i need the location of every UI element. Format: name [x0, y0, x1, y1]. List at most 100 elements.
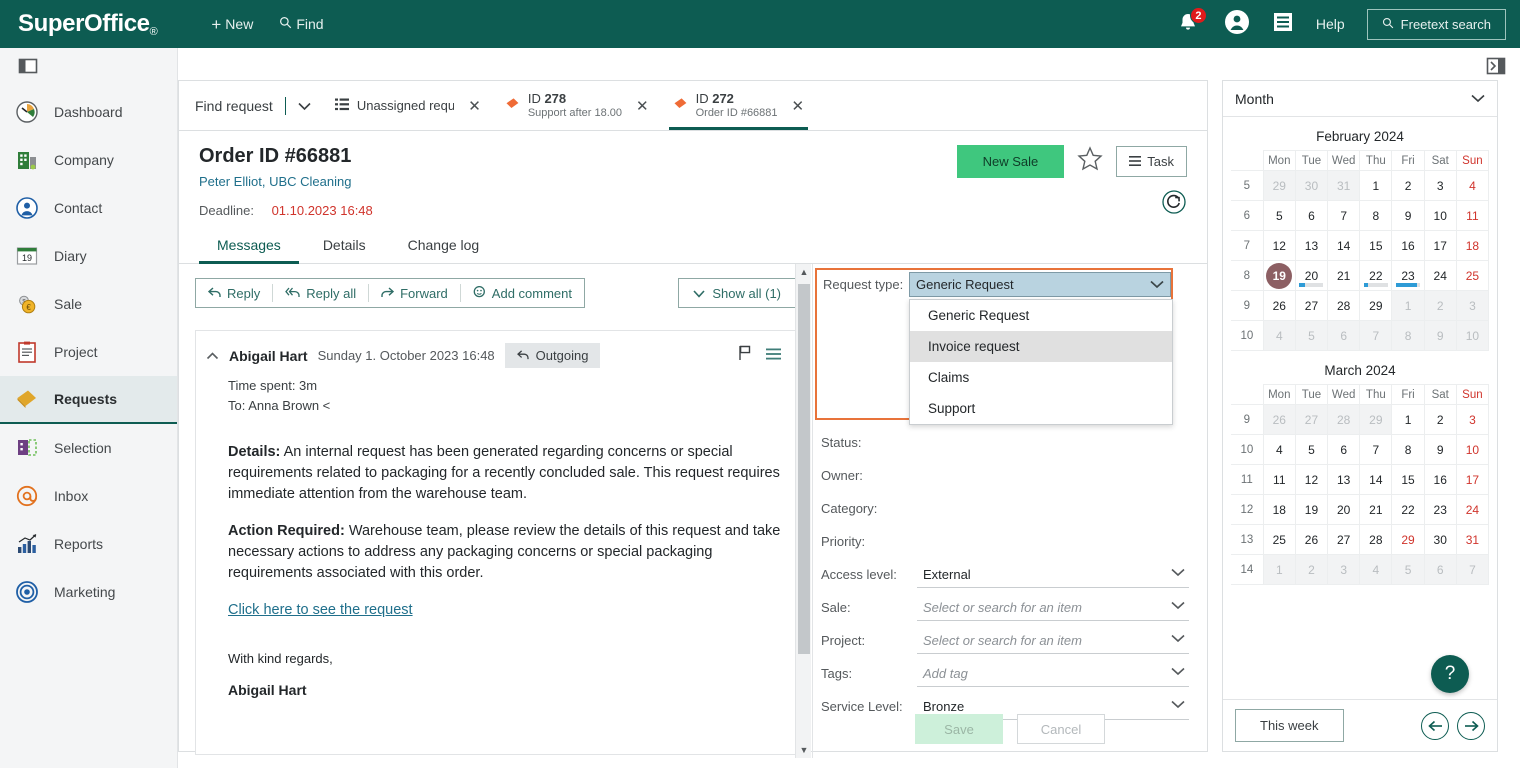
calendar-day[interactable]: 18: [1262, 494, 1296, 525]
field-input-project[interactable]: Select or search for an item: [917, 628, 1189, 654]
calendar-day[interactable]: 3: [1455, 404, 1490, 435]
calendar-day[interactable]: 25: [1455, 260, 1490, 291]
calendar-day[interactable]: 20: [1327, 494, 1361, 525]
calendar-day[interactable]: 12: [1262, 230, 1296, 261]
next-period-button[interactable]: [1457, 711, 1485, 740]
calendar-day[interactable]: 22: [1391, 494, 1425, 525]
collapse-message-icon[interactable]: [206, 349, 219, 363]
task-button[interactable]: Task: [1116, 146, 1187, 177]
calendar-day[interactable]: 10: [1455, 434, 1490, 465]
calendar-day[interactable]: 13: [1327, 464, 1361, 495]
calendar-day[interactable]: 31: [1327, 170, 1361, 201]
calendar-day[interactable]: 24: [1455, 494, 1490, 525]
tab-change-log[interactable]: Change log: [390, 228, 498, 263]
calendar-day[interactable]: 26: [1262, 404, 1296, 435]
flag-icon[interactable]: [738, 345, 752, 366]
calendar-day[interactable]: 12: [1294, 464, 1329, 495]
superoffice-logo[interactable]: SuperOffice®: [18, 10, 158, 38]
scrollbar-thumb[interactable]: [798, 284, 810, 654]
calendar-day[interactable]: 7: [1455, 554, 1490, 585]
calendar-day[interactable]: 25: [1262, 524, 1296, 555]
message-menu-icon[interactable]: [766, 347, 781, 365]
calendar-day[interactable]: 4: [1455, 170, 1490, 201]
calendar-day[interactable]: 29: [1359, 404, 1393, 435]
sidebar-item-sale[interactable]: $€ Sale: [0, 280, 177, 328]
message-scrollbar[interactable]: ▲ ▼: [795, 264, 811, 758]
calendar-day[interactable]: 7: [1327, 200, 1361, 231]
calendar-day[interactable]: 18: [1455, 230, 1490, 261]
tab-request-278[interactable]: ID 278 Support after 18.00 ✕: [493, 81, 661, 130]
save-button[interactable]: Save: [915, 714, 1003, 744]
tab-unassigned-requests[interactable]: Unassigned request ✕: [323, 81, 493, 130]
menu-button[interactable]: [1272, 11, 1294, 38]
calendar-day[interactable]: 6: [1327, 320, 1361, 351]
calendar-day[interactable]: 3: [1455, 290, 1490, 321]
see-request-link[interactable]: Click here to see the request: [228, 602, 413, 618]
sidebar-item-company[interactable]: Company: [0, 136, 177, 184]
calendar-day[interactable]: 27: [1327, 524, 1361, 555]
close-icon[interactable]: ✕: [468, 97, 481, 115]
reply-button[interactable]: Reply: [196, 279, 272, 307]
previous-period-button[interactable]: [1421, 711, 1449, 740]
tab-request-272[interactable]: ID 272 Order ID #66881 ✕: [661, 81, 817, 130]
calendar-day[interactable]: 8: [1391, 320, 1425, 351]
calendar-day[interactable]: 30: [1294, 170, 1329, 201]
calendar-day[interactable]: 15: [1359, 230, 1393, 261]
calendar-day[interactable]: 7: [1359, 320, 1393, 351]
calendar-day[interactable]: 5: [1294, 320, 1329, 351]
request-type-option-generic-request[interactable]: Generic Request: [910, 300, 1172, 331]
field-input-priority[interactable]: [917, 529, 1189, 555]
sidebar-item-diary[interactable]: 19 Diary: [0, 232, 177, 280]
scroll-down-icon[interactable]: ▼: [796, 742, 812, 758]
calendar-day[interactable]: 4: [1359, 554, 1393, 585]
field-input-owner[interactable]: [917, 463, 1189, 489]
close-icon[interactable]: ✕: [792, 97, 805, 115]
calendar-day[interactable]: 2: [1294, 554, 1329, 585]
sidebar-item-dashboard[interactable]: Dashboard: [0, 88, 177, 136]
calendar-day[interactable]: 2: [1423, 404, 1457, 435]
calendar-day[interactable]: 1: [1391, 290, 1425, 321]
field-input-tags[interactable]: Add tag: [917, 661, 1189, 687]
calendar-day[interactable]: 5: [1391, 554, 1425, 585]
calendar-day[interactable]: 24: [1423, 260, 1457, 291]
calendar-day[interactable]: 20: [1294, 260, 1329, 291]
calendar-day[interactable]: 22: [1359, 260, 1393, 291]
help-link[interactable]: Help: [1316, 16, 1345, 32]
help-floating-button[interactable]: ?: [1431, 655, 1469, 693]
notifications-button[interactable]: 2: [1176, 7, 1207, 37]
request-type-select[interactable]: Generic Request: [909, 272, 1171, 297]
field-input-category[interactable]: [917, 496, 1189, 522]
sidebar-item-requests[interactable]: Requests: [0, 376, 177, 424]
sidebar-item-selection[interactable]: Selection: [0, 424, 177, 472]
forward-button[interactable]: Forward: [369, 279, 460, 307]
calendar-day[interactable]: 5: [1294, 434, 1329, 465]
message-direction-badge[interactable]: Outgoing: [504, 343, 601, 368]
scroll-up-icon[interactable]: ▲: [796, 264, 812, 280]
calendar-day[interactable]: 6: [1423, 554, 1457, 585]
calendar-day[interactable]: 27: [1294, 290, 1329, 321]
sidebar-item-marketing[interactable]: Marketing: [0, 568, 177, 616]
calendar-day[interactable]: 19: [1262, 260, 1296, 291]
sidebar-item-reports[interactable]: Reports: [0, 520, 177, 568]
calendar-day[interactable]: 9: [1391, 200, 1425, 231]
sidebar-item-inbox[interactable]: Inbox: [0, 472, 177, 520]
calendar-day[interactable]: 10: [1455, 320, 1490, 351]
calendar-day[interactable]: 8: [1359, 200, 1393, 231]
tab-messages[interactable]: Messages: [199, 228, 299, 264]
calendar-day[interactable]: 29: [1262, 170, 1296, 201]
field-input-access-level[interactable]: External: [917, 562, 1189, 588]
calendar-day[interactable]: 13: [1294, 230, 1329, 261]
calendar-day[interactable]: 21: [1327, 260, 1361, 291]
calendar-day[interactable]: 3: [1423, 170, 1457, 201]
sidebar-item-project[interactable]: Project: [0, 328, 177, 376]
calendar-day[interactable]: 27: [1294, 404, 1329, 435]
calendar-day[interactable]: 11: [1455, 200, 1490, 231]
calendar-day[interactable]: 17: [1423, 230, 1457, 261]
field-input-status[interactable]: [917, 430, 1189, 456]
calendar-day[interactable]: 31: [1455, 524, 1490, 555]
request-type-option-invoice-request[interactable]: Invoice request: [910, 331, 1172, 362]
calendar-view-selector[interactable]: Month: [1223, 81, 1497, 117]
calendar-day[interactable]: 23: [1423, 494, 1457, 525]
calendar-day[interactable]: 29: [1391, 524, 1425, 555]
calendar-day[interactable]: 5: [1262, 200, 1296, 231]
